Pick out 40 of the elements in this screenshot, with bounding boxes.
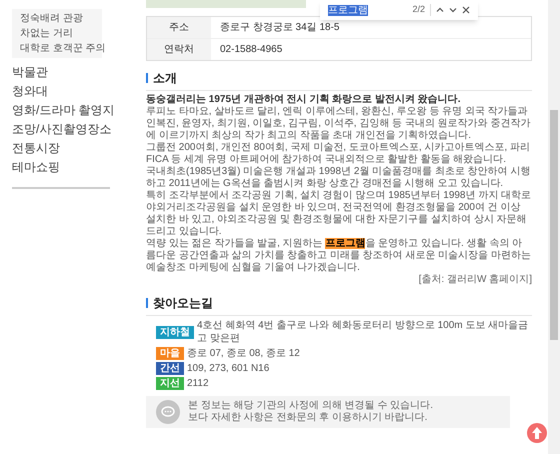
- source-note: [출처: 갤러리W 홈페이지]: [418, 274, 532, 286]
- speech-bubble-icon: [156, 400, 180, 424]
- section-title: 찾아오는길: [153, 295, 213, 312]
- intro-paragraph: 특히 조각부분에서 조각공원 기획, 설치 경험이 많으며 1985년부터 1998년 까지 대학로 야외거리조각공원을 설치 운영한 바 있으며, 전국전역에 환경조형물을 200여 건 이상 설치한 바 있고, 야외조각공원 및 환경조형물에 대한 자문기구를 설치하여 상시 자문해 드리고 있습니다.: [146, 190, 532, 238]
- sidebar-item[interactable]: 박물관: [12, 64, 146, 80]
- route-tag: 간선: [156, 362, 184, 375]
- table-header-cell: 주소: [147, 17, 211, 38]
- route-text: 4호선 혜화역 4번 출구로 나와 혜화동로터리 방향으로 100m 도보 새마을금고 맞은편: [197, 319, 530, 345]
- intro-paragraph: 그룹전 200여회, 개인전 80여회, 국제 미술전, 도코아트엑스포, 시카고아트엑스포, 파리FICA 등 세계 유명 아트페어에 참가하여 국내외적으로 활발한 활동을 해왔습니다.: [146, 142, 531, 166]
- previous-match-icon[interactable]: [436, 6, 444, 14]
- next-match-icon[interactable]: [449, 6, 457, 14]
- route-tag: 지선: [156, 377, 184, 390]
- section-title: 소개: [153, 70, 177, 87]
- intro-paragraph: 역량 있는 젊은 작가들을 발굴, 지원하는 프로그램을 운영하고 있습니다. 생활 속의 아름다운 공간연출과 삶의 가치를 창출하고 미래를 창조하여 새로운 미술시장을 마련하는 예술창조 마케팅에 심혈을 기울여 나가겠습니다.: [146, 238, 532, 274]
- scroll-to-top-button[interactable]: [527, 423, 547, 443]
- route-tag: 지하철: [156, 326, 194, 338]
- submenu-item[interactable]: 차없는 거리: [20, 27, 102, 40]
- sidebar-item[interactable]: 전통시장: [12, 140, 146, 156]
- route-tag: 마을: [156, 347, 184, 360]
- sidebar-item[interactable]: 영화/드라마 촬영지: [12, 102, 146, 118]
- route-text: 종로 07, 종로 08, 종로 12: [187, 347, 300, 360]
- close-icon[interactable]: [462, 6, 470, 14]
- match-count: 2/2: [412, 3, 425, 16]
- route-text: 2112: [187, 377, 209, 390]
- find-input[interactable]: 프로그램: [328, 2, 408, 18]
- intro-paragraph: 루피노 타마요, 살바도르 달리, 엔릭 이루에스테, 왕환신, 루오왕 등 유명 외국 작가들과인복진, 윤영자, 최기원, 이일호, 김구림, 이석주, 김잉해 등 국내의 원로작가와 중견작가에 이르기까지 최상의 작가 최고의 작품을 초대 개인전을 기획하였습니다.: [146, 106, 532, 142]
- route-text: 109, 273, 601 N16: [187, 362, 270, 375]
- arrow-up-icon: [532, 427, 542, 439]
- intro-lead: 동숭갤러리는 1975년 개관하여 전시 기획 화랑으로 발전시켜 왔습니다.: [146, 94, 462, 106]
- intro-paragraph: 국내최초(1985년3월) 미술은행 개설과 1998년 2월 미술품경매를 최초로 창안하여 시행하고 2011년에는 G옥션을 출범시켜 화랑 상호간 경매전을 시행해 오고 있습니다.: [146, 166, 532, 190]
- sidebar-item[interactable]: 테마쇼핑: [12, 159, 146, 175]
- table-cell-text: 02-1588-4965: [219, 43, 284, 57]
- notice-text: 보다 자세한 사항은 전화문의 후 이용하시기 바랍니다.: [188, 412, 428, 424]
- submenu-item[interactable]: 정숙배려 관광: [20, 12, 102, 25]
- table-cell-text: 종로구 창경궁로 34길 18-5: [219, 21, 340, 35]
- sidebar-item[interactable]: 조망/사진촬영장소: [12, 121, 146, 137]
- submenu-item[interactable]: 대학로 호객꾼 주의: [20, 42, 102, 55]
- table-header-cell: 연락처: [147, 39, 211, 60]
- sidebar-item[interactable]: 청와대: [12, 83, 146, 99]
- notice-text: 본 정보는 해당 기관의 사정에 의해 변경될 수 있습니다.: [188, 400, 434, 412]
